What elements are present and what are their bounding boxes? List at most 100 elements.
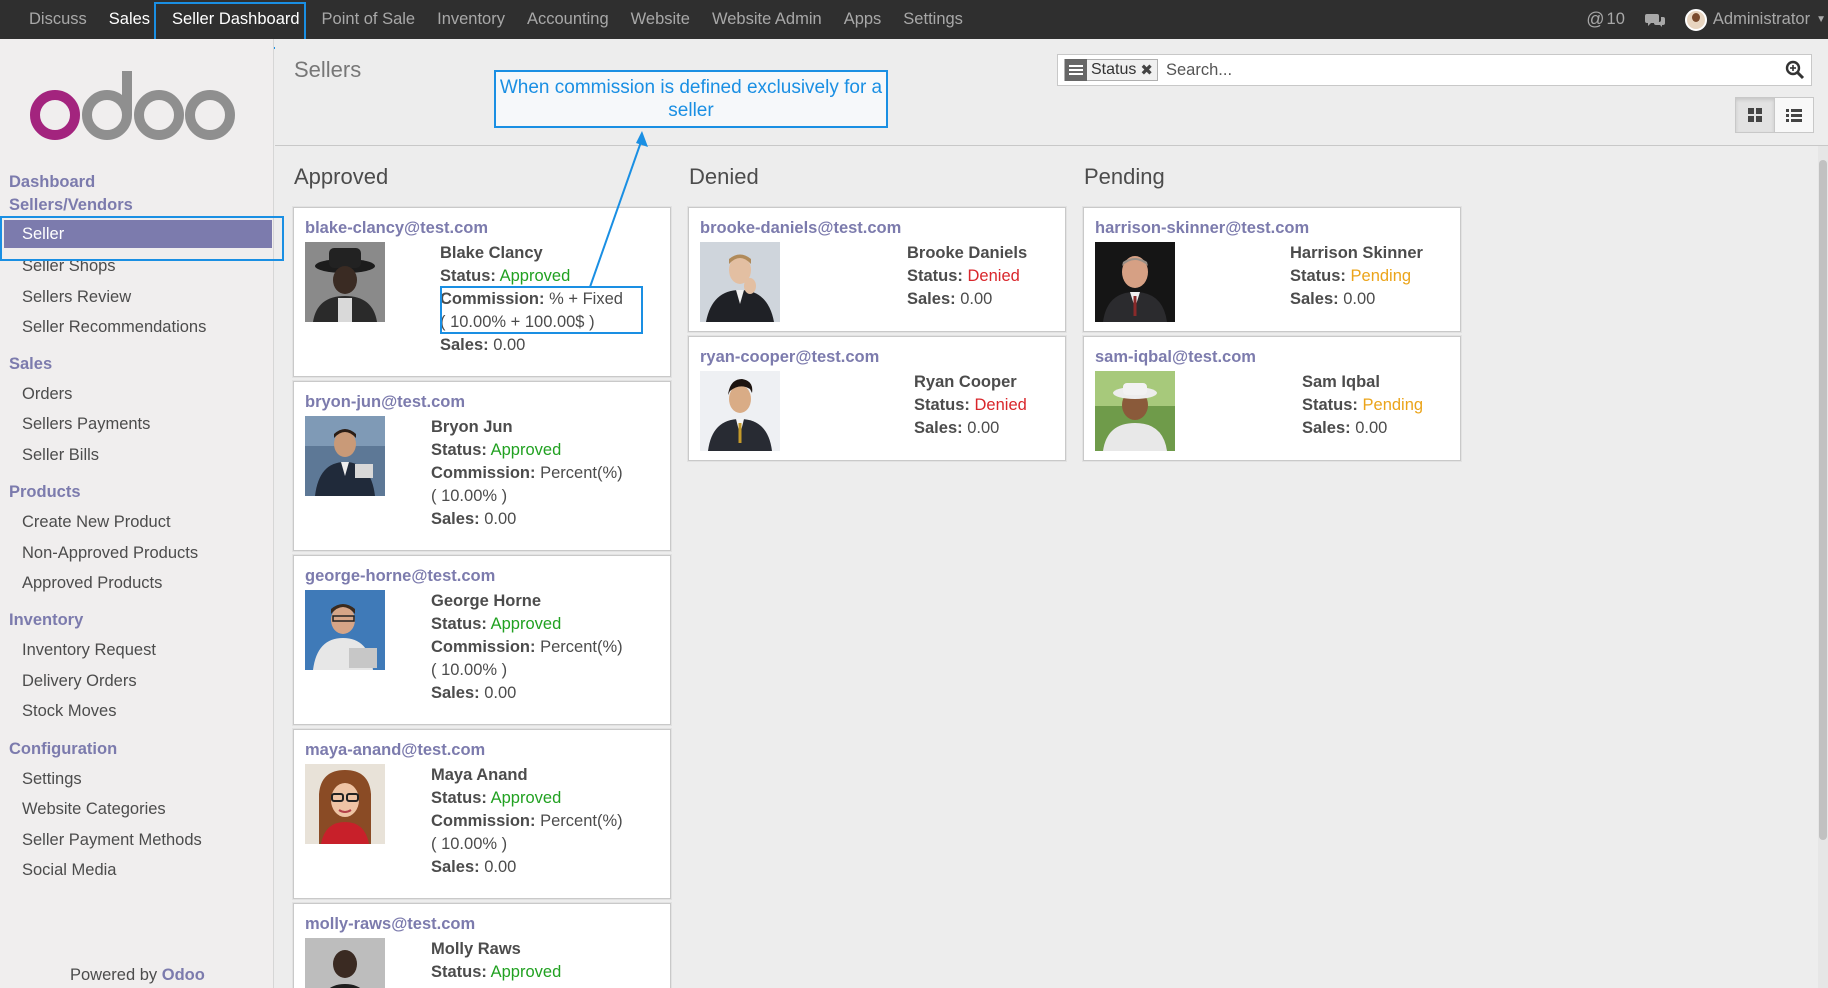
- avatar: [1684, 8, 1707, 31]
- seller-name: Bryon Jun: [431, 418, 513, 436]
- seller-email[interactable]: bryon-jun@test.com: [305, 393, 465, 412]
- search-input[interactable]: [1166, 59, 1746, 81]
- column-title-pending: Pending: [1084, 164, 1165, 189]
- sidebar: Dashboard Sellers/Vendors Seller Seller …: [0, 39, 274, 988]
- status-label: Status:: [440, 267, 496, 285]
- seller-name: Harrison Skinner: [1290, 244, 1423, 262]
- powered-by-link[interactable]: Odoo: [162, 966, 205, 984]
- breadcrumb: Sellers: [294, 57, 362, 82]
- seller-email[interactable]: george-horne@test.com: [305, 567, 495, 586]
- sidebar-item-seller-recommendations[interactable]: Seller Recommendations: [22, 318, 206, 337]
- scrollbar-thumb[interactable]: [1819, 160, 1827, 840]
- sales-label: Sales:: [431, 510, 480, 528]
- sidebar-item-stock-moves[interactable]: Stock Moves: [22, 702, 116, 721]
- status-label: Status:: [431, 789, 487, 807]
- sidebar-item-sellers-review[interactable]: Sellers Review: [22, 288, 131, 307]
- seller-email[interactable]: ryan-cooper@test.com: [700, 348, 879, 367]
- filter-list-icon: [1065, 59, 1087, 81]
- seller-card[interactable]: george-horne@test.com George Horne Statu…: [293, 555, 671, 725]
- status-label: Status:: [431, 615, 487, 633]
- kanban-view-button[interactable]: [1735, 97, 1775, 133]
- seller-photo: [700, 371, 780, 451]
- menu-inventory[interactable]: Inventory: [426, 0, 516, 39]
- seller-email[interactable]: molly-raws@test.com: [305, 915, 475, 934]
- sidebar-item-inventory-request[interactable]: Inventory Request: [22, 641, 156, 660]
- sidebar-item-non-approved-products[interactable]: Non-Approved Products: [22, 544, 198, 563]
- sidebar-item-approved-products[interactable]: Approved Products: [22, 574, 162, 593]
- seller-email[interactable]: blake-clancy@test.com: [305, 219, 488, 238]
- seller-email[interactable]: harrison-skinner@test.com: [1095, 219, 1309, 238]
- sales-value: 0.00: [960, 290, 993, 308]
- sidebar-group-configuration: Configuration: [9, 740, 118, 758]
- powered-by: Powered by Odoo: [70, 966, 205, 985]
- at-icon: @: [1586, 9, 1605, 29]
- menu-website-admin[interactable]: Website Admin: [701, 0, 833, 39]
- status-value: Pending: [1362, 396, 1424, 414]
- status-value: Denied: [967, 267, 1020, 285]
- mentions-button[interactable]: @ 10: [1576, 9, 1635, 30]
- search-facet: Status ✖: [1064, 59, 1158, 81]
- seller-name: Maya Anand: [431, 766, 528, 784]
- highlight-commission: [440, 286, 643, 334]
- sidebar-group-sales: Sales: [9, 355, 53, 373]
- sidebar-item-sellers-payments[interactable]: Sellers Payments: [22, 415, 150, 434]
- status-label: Status:: [1302, 396, 1358, 414]
- status-label: Status:: [914, 396, 970, 414]
- menu-settings[interactable]: Settings: [892, 0, 974, 39]
- status-label: Status:: [431, 441, 487, 459]
- menu-apps[interactable]: Apps: [833, 0, 893, 39]
- seller-photo: [305, 938, 385, 988]
- seller-photo: [1095, 371, 1175, 451]
- seller-card[interactable]: harrison-skinner@test.com Harrison Skinn…: [1083, 207, 1461, 332]
- sidebar-group-sellers: Sellers/Vendors: [9, 196, 133, 214]
- sidebar-item-delivery-orders[interactable]: Delivery Orders: [22, 672, 137, 691]
- sales-value: 0.00: [1343, 290, 1376, 308]
- seller-card[interactable]: brooke-daniels@test.com Brooke Daniels S…: [688, 207, 1066, 332]
- sidebar-item-orders[interactable]: Orders: [22, 385, 72, 404]
- status-value: Approved: [490, 615, 562, 633]
- seller-card[interactable]: ryan-cooper@test.com Ryan Cooper Status:…: [688, 336, 1066, 461]
- menu-website[interactable]: Website: [620, 0, 701, 39]
- seller-card[interactable]: bryon-jun@test.com Bryon Jun Status: App…: [293, 381, 671, 551]
- sales-value: 0.00: [967, 419, 1000, 437]
- chat-button[interactable]: [1635, 12, 1675, 28]
- status-label: Status:: [907, 267, 963, 285]
- sidebar-group-inventory: Inventory: [9, 611, 84, 629]
- sidebar-item-seller-payment-methods[interactable]: Seller Payment Methods: [22, 831, 202, 850]
- sidebar-group-dashboard[interactable]: Dashboard: [9, 173, 95, 192]
- column-title-approved: Approved: [294, 164, 389, 189]
- column-title-denied: Denied: [689, 164, 759, 189]
- sales-value: 0.00: [484, 858, 517, 876]
- sidebar-item-social-media[interactable]: Social Media: [22, 861, 116, 880]
- mentions-count: 10: [1606, 10, 1625, 28]
- menu-sales[interactable]: Sales: [98, 0, 161, 39]
- sidebar-item-create-new-product[interactable]: Create New Product: [22, 513, 171, 532]
- sidebar-item-seller-bills[interactable]: Seller Bills: [22, 446, 99, 465]
- menu-accounting[interactable]: Accounting: [516, 0, 620, 39]
- seller-photo: [305, 764, 385, 844]
- sales-value: 0.00: [1355, 419, 1388, 437]
- seller-email[interactable]: sam-iqbal@test.com: [1095, 348, 1256, 367]
- sales-label: Sales:: [1290, 290, 1339, 308]
- remove-facet-icon[interactable]: ✖: [1140, 61, 1153, 79]
- status-value: Approved: [499, 267, 571, 285]
- seller-email[interactable]: maya-anand@test.com: [305, 741, 485, 760]
- status-value: Denied: [974, 396, 1027, 414]
- seller-email[interactable]: brooke-daniels@test.com: [700, 219, 901, 238]
- search-box[interactable]: Status ✖: [1057, 54, 1812, 86]
- sidebar-item-website-categories[interactable]: Website Categories: [22, 800, 166, 819]
- seller-card[interactable]: sam-iqbal@test.com Sam Iqbal Status: Pen…: [1083, 336, 1461, 461]
- menu-point-of-sale[interactable]: Point of Sale: [311, 0, 427, 39]
- user-menu[interactable]: Administrator ▼: [1675, 8, 1828, 31]
- list-view-button[interactable]: [1774, 97, 1814, 133]
- sidebar-item-settings[interactable]: Settings: [22, 770, 82, 789]
- seller-card[interactable]: maya-anand@test.com Maya Anand Status: A…: [293, 729, 671, 899]
- seller-name: Ryan Cooper: [914, 373, 1017, 391]
- seller-info: Ryan Cooper Status: Denied Sales: 0.00: [914, 371, 1027, 440]
- menu-discuss[interactable]: Discuss: [18, 0, 98, 39]
- search-icon[interactable]: [1785, 60, 1805, 80]
- annotation-arrow: [589, 131, 648, 288]
- status-label: Status:: [1290, 267, 1346, 285]
- sales-value: 0.00: [484, 684, 517, 702]
- seller-card[interactable]: molly-raws@test.com Molly Raws Status: A…: [293, 903, 671, 988]
